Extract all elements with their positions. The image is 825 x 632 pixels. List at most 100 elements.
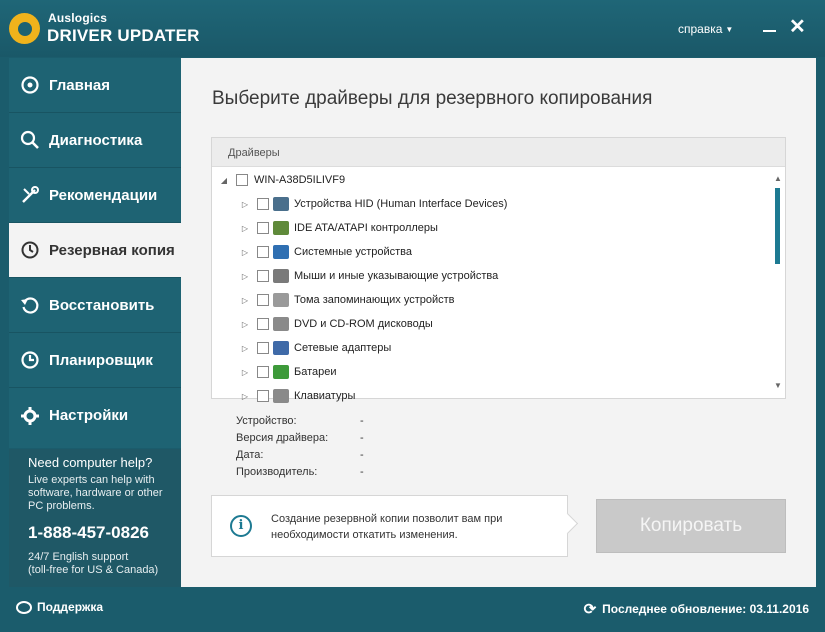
tree-item-label: IDE ATA/ATAPI контроллеры: [294, 222, 438, 234]
expand-arrow-icon[interactable]: ▷: [239, 392, 251, 401]
refresh-icon[interactable]: ⟳: [584, 600, 597, 618]
expand-arrow-icon[interactable]: ▷: [239, 248, 251, 257]
expand-arrow-icon[interactable]: ▷: [239, 368, 251, 377]
tree-item[interactable]: ▷ Сетевые адаптеры: [239, 337, 391, 359]
tree-item[interactable]: ▷ Батареи: [239, 361, 337, 383]
sidebar-item-label: Рекомендации: [49, 186, 158, 204]
scroll-down-icon[interactable]: ▼: [774, 381, 782, 390]
help-phone: 1-888-457-0826: [28, 523, 149, 542]
expand-arrow-icon[interactable]: ▷: [239, 200, 251, 209]
tree-item[interactable]: ▷ Клавиатуры: [239, 385, 355, 407]
detail-row: Дата: -: [236, 449, 364, 461]
sidebar-item-label: Главная: [49, 76, 111, 94]
tree-item-label: Батареи: [294, 366, 337, 378]
brand-name: Auslogics: [48, 11, 108, 25]
driver-details: Устройство: - Версия драйвера: - Дата: -…: [236, 415, 364, 483]
sidebar-item-home[interactable]: Главная: [9, 58, 181, 113]
device-icon: [273, 389, 289, 403]
close-button[interactable]: ✕: [789, 16, 806, 38]
device-icon: [273, 341, 289, 355]
device-icon: [273, 269, 289, 283]
checkbox[interactable]: [257, 318, 269, 330]
sidebar-item-backup[interactable]: Резервная копия: [9, 223, 181, 278]
detail-row: Производитель: -: [236, 466, 364, 478]
checkbox[interactable]: [257, 270, 269, 282]
checkbox[interactable]: [257, 222, 269, 234]
expand-arrow-icon[interactable]: ▷: [239, 320, 251, 329]
page-title: Выберите драйверы для резервного копиров…: [212, 88, 653, 109]
help-menu[interactable]: справка ▼: [678, 22, 733, 36]
product-name: DRIVER UPDATER: [47, 26, 200, 45]
tree-item-label: Клавиатуры: [294, 390, 356, 402]
scroll-thumb[interactable]: [775, 188, 780, 264]
sidebar-item-settings[interactable]: Настройки: [9, 388, 181, 443]
minimize-button[interactable]: [763, 30, 776, 32]
sidebar-item-label: Диагностика: [49, 131, 143, 149]
device-icon: [273, 365, 289, 379]
scroll-up-icon[interactable]: ▲: [774, 174, 782, 183]
info-icon: i: [230, 515, 252, 537]
status-bar: Поддержка ⟳ Последнее обновление: 03.11.…: [0, 590, 825, 632]
tree-item[interactable]: ▷ Системные устройства: [239, 241, 412, 263]
expand-arrow-icon[interactable]: ▷: [239, 224, 251, 233]
sidebar-item-label: Восстановить: [49, 296, 155, 314]
device-icon: [273, 245, 289, 259]
tree-item-label: Сетевые адаптеры: [294, 342, 392, 354]
checkbox[interactable]: [257, 246, 269, 258]
tree-item[interactable]: ▷ Тома запоминающих устройств: [239, 289, 455, 311]
sidebar-item-restore[interactable]: Восстановить: [9, 278, 181, 333]
tree-item-label: Тома запоминающих устройств: [294, 294, 455, 306]
expand-arrow-icon[interactable]: ▷: [239, 344, 251, 353]
tree-item[interactable]: ▷ IDE ATA/ATAPI контроллеры: [239, 217, 438, 239]
tree-item[interactable]: ▷ Мыши и иные указывающие устройства: [239, 265, 498, 287]
tree-item[interactable]: ▷ DVD и CD-ROM дисководы: [239, 313, 433, 335]
caret-down-icon: ▼: [725, 25, 734, 34]
tree-root-node[interactable]: ◢ WIN-A38D5ILIVF9: [218, 169, 345, 191]
chat-bubble-icon: [16, 600, 32, 614]
info-text: Создание резервной копии позволит вам пр…: [271, 513, 503, 541]
detail-row: Устройство: -: [236, 415, 364, 427]
checkbox[interactable]: [257, 294, 269, 306]
sidebar-item-diagnostics[interactable]: Диагностика: [9, 113, 181, 168]
detail-row: Версия драйвера: -: [236, 432, 364, 444]
scheduler-icon: [19, 349, 41, 371]
device-icon: [273, 317, 289, 331]
search-icon: [19, 129, 41, 151]
help-support-hours: 24/7 English support (toll-free for US &…: [28, 551, 159, 576]
app-logo: [9, 13, 40, 44]
sidebar-item-label: Планировщик: [49, 351, 153, 369]
tree-item-label: Мыши и иные указывающие устройства: [294, 270, 499, 282]
tree-scrollbar[interactable]: ▲ ▼: [773, 174, 783, 390]
checkbox[interactable]: [257, 198, 269, 210]
sidebar-item-label: Резервная копия: [49, 241, 175, 259]
checkbox[interactable]: [236, 174, 248, 186]
tools-icon: [19, 184, 41, 206]
driver-tree: Драйверы ◢ WIN-A38D5ILIVF9 ▷ Устройства HID…: [211, 137, 786, 403]
device-icon: [273, 197, 289, 211]
help-text: Live experts can help with software, har…: [28, 474, 163, 512]
sidebar-item-scheduler[interactable]: Планировщик: [9, 333, 181, 388]
target-icon: [19, 74, 41, 96]
tree-item-label: Устройства HID (Human Interface Devices): [294, 198, 508, 210]
support-link[interactable]: Поддержка: [16, 600, 103, 614]
sidebar: Главная Диагностика Рекомендации Резервн…: [9, 58, 181, 448]
tree-root-label: WIN-A38D5ILIVF9: [254, 174, 346, 186]
expand-arrow-icon[interactable]: ▷: [239, 272, 251, 281]
sidebar-item-recommendations[interactable]: Рекомендации: [9, 168, 181, 223]
expand-arrow-icon[interactable]: ◢: [218, 176, 230, 185]
device-icon: [273, 221, 289, 235]
gear-icon: [19, 405, 41, 427]
last-update: ⟳ Последнее обновление: 03.11.2016: [583, 600, 809, 618]
info-box: i Создание резервной копии позволит вам …: [211, 495, 568, 557]
checkbox[interactable]: [257, 342, 269, 354]
device-icon: [273, 293, 289, 307]
clock-icon: [19, 239, 41, 261]
checkbox[interactable]: [257, 366, 269, 378]
copy-button[interactable]: Копировать: [596, 499, 786, 553]
help-panel: Need computer help? Live experts can hel…: [9, 449, 181, 587]
tree-column-header: Драйверы: [212, 138, 785, 167]
expand-arrow-icon[interactable]: ▷: [239, 296, 251, 305]
sidebar-item-label: Настройки: [49, 407, 129, 424]
tree-item[interactable]: ▷ Устройства HID (Human Interface Devices…: [239, 193, 507, 215]
checkbox[interactable]: [257, 390, 269, 402]
